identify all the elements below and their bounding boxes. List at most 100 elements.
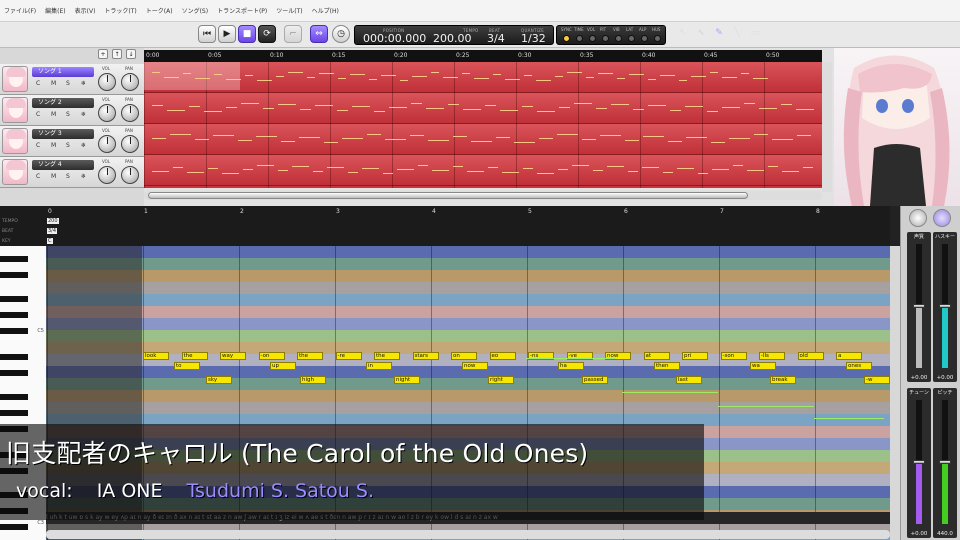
led-indicator-5[interactable] [628,35,635,42]
black-key[interactable] [0,256,28,262]
quantize-value[interactable]: 1/32 [521,32,546,45]
mute-button[interactable]: M [51,80,66,90]
track-row[interactable]: ソング 3 C M S ❄ VOL PAN [0,126,144,157]
pointer-tool[interactable]: ↖ [674,24,692,42]
punch-in-button[interactable]: ⌐ [284,25,302,43]
track-row[interactable]: ソング 1 C M S ❄ VOL PAN [0,64,144,95]
select-tool[interactable]: ⬉ [692,24,710,42]
volume-knob[interactable] [98,166,116,184]
lyric-note[interactable]: in [366,362,392,370]
copy-button[interactable]: C [36,80,51,90]
auto-scroll-button[interactable]: ⇔ [310,25,328,43]
black-key[interactable] [0,370,28,376]
black-key[interactable] [0,272,28,278]
line-tool[interactable]: ╲ [728,24,746,42]
slider-track[interactable] [939,244,951,368]
volume-knob[interactable] [98,104,116,122]
voice-toggle-button[interactable] [909,209,927,227]
black-key[interactable] [0,394,28,400]
track-horizontal-scrollbar[interactable] [144,191,822,200]
rewind-button[interactable]: ⏮ [198,25,216,43]
roll-vertical-scrollbar[interactable] [890,246,900,540]
lyric-note[interactable]: way [220,352,246,360]
led-indicator-4[interactable] [615,35,622,42]
volume-knob[interactable] [98,73,116,91]
black-key[interactable] [0,296,28,302]
lyric-note[interactable]: last [676,376,702,384]
lyric-note[interactable]: ha [558,362,584,370]
scroll-thumb[interactable] [148,192,748,199]
black-key[interactable] [0,410,28,416]
loop-button[interactable]: ⟳ [258,25,276,43]
mute-button[interactable]: M [51,173,66,183]
freeze-button[interactable]: ❄ [81,80,96,90]
key-marker[interactable]: C [47,238,53,244]
led-indicator-6[interactable] [641,35,648,42]
track-name[interactable]: ソング 3 [32,129,94,139]
pencil-tool[interactable]: ✎ [710,24,728,42]
lyric-note[interactable]: now [462,362,488,370]
copy-button[interactable]: C [36,142,51,152]
solo-button[interactable]: S [66,111,81,121]
menu-track[interactable]: トラック(T) [104,6,136,15]
menu-transport[interactable]: トランスポート(P) [217,6,267,15]
led-indicator-3[interactable] [602,35,609,42]
lyric-note[interactable]: -re [335,352,362,360]
position-value[interactable]: 000:00.000 [363,32,426,45]
freeze-button[interactable]: ❄ [81,142,96,152]
stop-button[interactable]: ■ [238,25,256,43]
voice-slider[interactable]: 声質 +0.00 [907,232,931,382]
voice-slider[interactable]: チューン +0.00 [907,388,931,538]
slider-thumb[interactable] [913,460,925,464]
lyric-note[interactable]: stars [412,352,439,360]
track-name[interactable]: ソング 2 [32,98,94,108]
black-key[interactable] [0,524,28,530]
lyric-note[interactable]: then [654,362,680,370]
track-lane[interactable] [144,93,822,124]
mute-button[interactable]: M [51,142,66,152]
led-indicator-1[interactable] [576,35,583,42]
solo-button[interactable]: S [66,142,81,152]
menu-tools[interactable]: ツール(T) [276,6,302,15]
lyric-note[interactable]: -lls [759,352,785,360]
speaker-icon[interactable] [933,209,951,227]
freeze-button[interactable]: ❄ [81,111,96,121]
lyric-note[interactable]: at [643,352,670,360]
eraser-tool[interactable]: ▭ [746,24,764,42]
slider-thumb[interactable] [913,304,925,308]
copy-button[interactable]: C [36,173,51,183]
beat-value[interactable]: 3/4 [487,32,505,45]
lyric-note[interactable]: wa [750,362,776,370]
pan-knob[interactable] [121,135,139,153]
track-up-button[interactable]: ↑ [112,49,122,59]
lyric-note[interactable]: passed [582,376,608,384]
menu-view[interactable]: 表示(V) [75,6,96,15]
lyric-note[interactable]: the [374,352,400,360]
mute-button[interactable]: M [51,111,66,121]
led-indicator-0[interactable] [563,35,570,42]
lyric-note[interactable]: high [300,376,326,384]
slider-thumb[interactable] [939,304,951,308]
black-key[interactable] [0,312,28,318]
slider-thumb[interactable] [939,460,951,464]
play-button[interactable]: ▶ [218,25,236,43]
lyric-note[interactable]: up [270,362,296,370]
roll-horizontal-scrollbar[interactable] [46,530,890,539]
lyric-note[interactable]: -on [258,352,285,360]
track-row[interactable]: ソング 4 C M S ❄ VOL PAN [0,157,144,188]
menu-help[interactable]: ヘルプ(H) [312,6,339,15]
pan-knob[interactable] [121,73,139,91]
freeze-button[interactable]: ❄ [81,173,96,183]
metronome-button[interactable]: ◷ [332,25,350,43]
led-indicator-7[interactable] [654,35,661,42]
solo-button[interactable]: S [66,173,81,183]
track-vertical-scrollbar[interactable] [822,62,832,192]
track-name[interactable]: ソング 1 [32,67,94,77]
solo-button[interactable]: S [66,80,81,90]
add-track-button[interactable]: + [98,49,108,59]
slider-track[interactable] [913,400,925,524]
lyric-note[interactable]: sky [206,376,232,384]
lyric-note[interactable]: pri [682,352,708,360]
lyric-note[interactable]: -w [864,376,890,384]
lyric-note[interactable]: on [451,352,477,360]
